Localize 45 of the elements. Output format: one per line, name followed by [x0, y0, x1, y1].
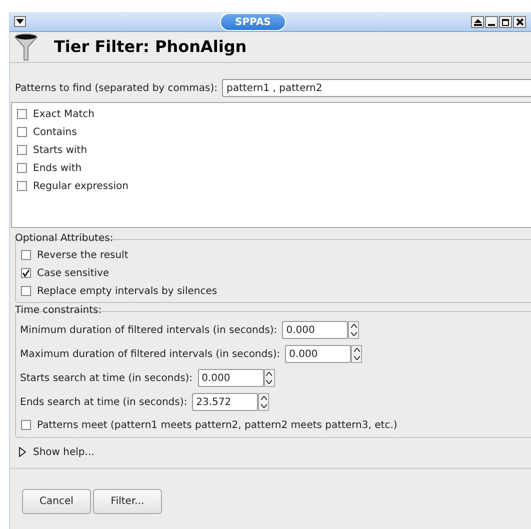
spin-buttons[interactable] — [258, 393, 270, 411]
option-label: Reverse the result — [37, 248, 128, 262]
checkbox[interactable] — [17, 145, 27, 155]
close-icon[interactable] — [513, 16, 526, 28]
expander-icon — [19, 447, 26, 457]
checkbox[interactable] — [21, 268, 31, 278]
spin-buttons[interactable] — [351, 345, 362, 363]
window-title: SPPAS — [220, 13, 286, 31]
checkbox[interactable] — [21, 250, 31, 260]
spin-buttons[interactable] — [348, 321, 360, 339]
option-label: Exact Match — [33, 108, 94, 122]
dialog-title: Tier Filter: PhonAlign — [54, 36, 247, 58]
dialog-button[interactable]: Filter... — [93, 489, 162, 514]
number-field[interactable]: 0.000 — [282, 321, 348, 339]
maximize-icon[interactable] — [499, 16, 512, 28]
option-label: Starts with — [33, 144, 88, 158]
option-label: Ends with — [33, 162, 82, 176]
checkbox[interactable] — [17, 109, 27, 119]
number-field[interactable]: 0.000 — [198, 369, 264, 387]
number-field[interactable]: 0.000 — [285, 345, 352, 363]
group-title: Time constraints: — [15, 305, 103, 317]
option-label: Regular expression — [33, 180, 128, 194]
option-label: Patterns meet (pattern1 meets pattern2, pattern2 meets pattern3, etc.) — [37, 418, 398, 432]
number-field[interactable]: 23.572 — [192, 393, 258, 411]
checkbox[interactable] — [17, 163, 27, 173]
show-help-expander[interactable]: Show help... — [19, 444, 531, 460]
field-label: Maximum duration of filtered intervals (in seconds): — [19, 348, 280, 362]
menu-icon[interactable] — [14, 16, 26, 27]
option-label: Case sensitive — [37, 266, 110, 280]
option-label: Contains — [33, 126, 77, 140]
shade-icon[interactable] — [471, 16, 484, 28]
checkbox[interactable] — [21, 286, 31, 296]
option-label: Replace empty intervals by silences — [37, 284, 218, 298]
minimize-icon[interactable] — [485, 16, 498, 28]
spin-buttons[interactable] — [264, 369, 275, 387]
group-title: Optional Attributes: — [15, 233, 114, 245]
checkbox[interactable] — [17, 181, 27, 191]
patterns-field[interactable]: pattern1 , pattern2 — [222, 79, 531, 97]
dialog-button[interactable]: Cancel — [22, 489, 91, 514]
checkbox[interactable] — [17, 127, 27, 137]
field-label: Ends search at time (in seconds): — [19, 396, 188, 410]
patterns-label: Patterns to find (separated by commas): — [15, 82, 218, 96]
field-label: Minimum duration of filtered intervals (in seconds): — [19, 324, 278, 338]
field-label: Starts search at time (in seconds): — [19, 372, 193, 386]
checkbox[interactable] — [21, 420, 31, 430]
